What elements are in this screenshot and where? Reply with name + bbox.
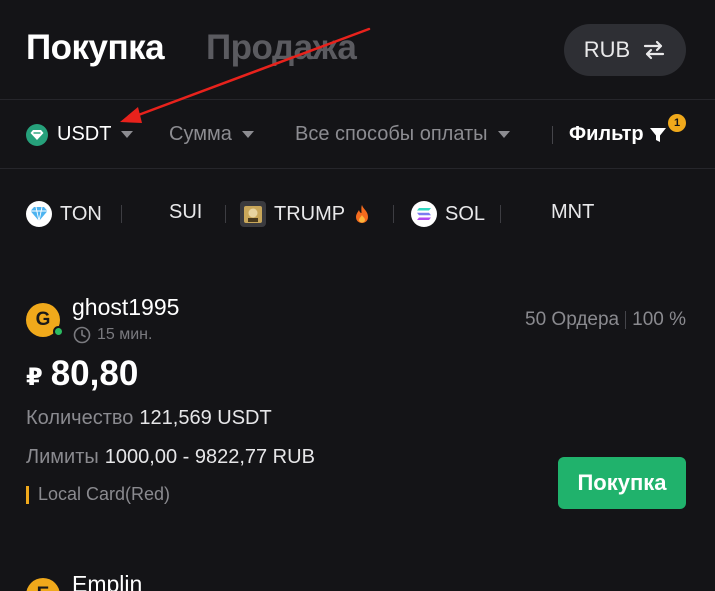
response-time-label: 15 мин. [97,326,153,343]
coin-chip-label: SUI [169,201,203,223]
payment-method-label: Все способы оплаты [295,123,488,145]
fire-icon [356,205,369,223]
asset-label: USDT [57,123,112,145]
filter-label: Фильтр [569,123,644,145]
clock-icon [73,326,91,344]
divider [500,205,501,223]
asset-selector[interactable]: USDT [26,123,134,146]
divider [552,126,553,144]
payment-method-tag: Local Card(Red) [26,484,170,505]
limits-label: Лимиты [26,446,99,468]
filter-button[interactable]: Фильтр [569,123,667,146]
coin-chip-label: TON [60,202,102,225]
chevron-down-icon [241,131,254,138]
coin-chip-label: MNT [551,201,595,223]
trump-icon [240,201,266,227]
response-time: 15 мин. [73,326,152,344]
coin-chip-mnt[interactable]: MNT [551,201,594,224]
payment-method-marker [26,485,29,504]
avatar[interactable]: E [26,578,60,591]
coin-chip-ton[interactable]: TON [26,201,102,227]
header: Покупка Продажа RUB [0,0,715,100]
payment-method-label: Local Card(Red) [38,484,171,504]
username[interactable]: ghost1995 [72,294,179,321]
limits-row: Лимиты 1000,00 - 9822,77 RUB [26,446,315,469]
currency-symbol: ₽ [26,364,43,391]
divider [225,205,226,223]
online-status-dot [53,326,64,337]
coin-chip-sol[interactable]: SOL [411,201,485,227]
quantity-label: Количество [26,407,134,429]
tab-sell[interactable]: Продажа [206,28,357,68]
coin-chip-sui[interactable]: SUI [169,201,202,224]
quantity-row: Количество 121,569 USDT [26,407,272,430]
limits-value: 1000,00 - 9822,77 RUB [104,446,315,468]
diamond-icon [26,201,52,227]
coin-chip-trump[interactable]: TRUMP [240,201,370,227]
price-value: 80,80 [50,354,139,393]
price: ₽ 80,80 [26,354,138,394]
amount-label: Сумма [169,123,232,145]
filter-count-badge: 1 [668,114,686,132]
currency-label: RUB [583,37,631,62]
chevron-down-icon [497,131,510,138]
coin-chip-label: TRUMP [274,202,346,225]
chevron-down-icon [121,131,134,138]
divider [625,311,627,329]
username[interactable]: Emplin [72,571,142,591]
divider [121,205,122,223]
divider [393,205,394,223]
coin-chip-label: SOL [445,202,486,225]
buy-button[interactable]: Покупка [558,457,686,509]
solana-icon [411,201,437,227]
quantity-value: 121,569 USDT [139,407,272,429]
completion-rate: 100 % [632,309,686,330]
filter-icon [649,127,666,142]
currency-switch-button[interactable]: RUB [564,24,686,76]
payment-method-selector[interactable]: Все способы оплаты [295,123,510,146]
swap-icon [644,40,665,60]
tab-buy[interactable]: Покупка [26,28,165,68]
orders-count: 50 Ордера [525,309,620,330]
usdt-icon [26,123,48,146]
order-stats: 50 Ордера 100 % [525,309,686,331]
amount-selector[interactable]: Сумма [169,123,254,146]
